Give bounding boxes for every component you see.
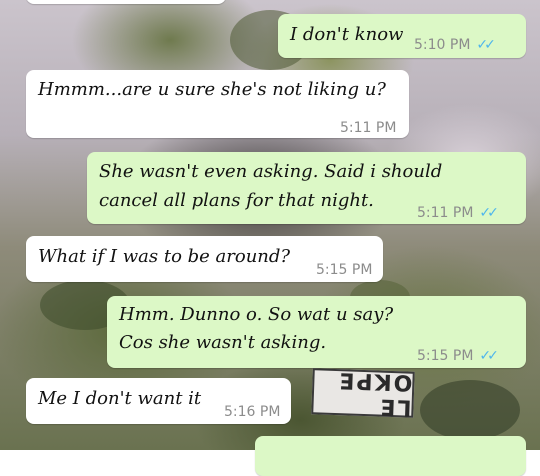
message-time: 5:15 PM	[417, 348, 474, 364]
message-time: 5:10 PM	[414, 37, 471, 53]
message-time: 5:11 PM	[340, 120, 397, 136]
wallpaper-name-tag-text: LE OKPE	[337, 367, 413, 420]
double-check-icon: ✓✓	[479, 205, 499, 221]
message-time: 5:11 PM	[417, 205, 474, 221]
message-text-line: cancel all plans for that night.	[99, 190, 374, 211]
message-text: Hmmm...are u sure she's not liking u?	[38, 79, 386, 100]
message-bubble-incoming[interactable]: Me I don't want it 5:16 PM	[26, 378, 291, 424]
message-bubble-incoming[interactable]: Hmmm...are u sure she's not liking u? 5:…	[26, 70, 409, 138]
message-bubble-outgoing[interactable]: I don't know 5:10 PM ✓✓	[278, 14, 526, 58]
camo-patch	[420, 380, 520, 440]
message-text-line: Cos she wasn't asking.	[119, 332, 327, 353]
message-text-line: Hmm. Dunno o. So wat u say?	[119, 304, 394, 325]
wallpaper-name-tag: LE OKPE	[311, 367, 415, 420]
double-check-icon: ✓✓	[476, 37, 496, 53]
message-text: What if I was to be around?	[38, 246, 291, 267]
message-time: 5:15 PM	[316, 262, 373, 278]
message-meta: 5:11 PM ✓✓	[417, 199, 499, 227]
message-bubble-incoming[interactable]: What if I was to be around? 5:15 PM	[26, 236, 383, 282]
message-bubble-outgoing[interactable]: Hmm. Dunno o. So wat u say? Cos she wasn…	[107, 296, 526, 368]
message-bubble-partial[interactable]	[26, 0, 226, 4]
message-text: Me I don't want it	[38, 388, 202, 409]
message-bubble-outgoing[interactable]: She wasn't even asking. Said i should ca…	[87, 152, 526, 224]
message-bubble-partial[interactable]	[255, 436, 526, 476]
double-check-icon: ✓✓	[479, 348, 499, 364]
message-meta: 5:10 PM ✓✓	[414, 31, 496, 59]
message-time: 5:16 PM	[224, 404, 281, 420]
message-text-line: She wasn't even asking. Said i should	[99, 161, 443, 182]
message-text: I don't know	[290, 24, 404, 45]
message-meta: 5:15 PM ✓✓	[417, 342, 499, 370]
